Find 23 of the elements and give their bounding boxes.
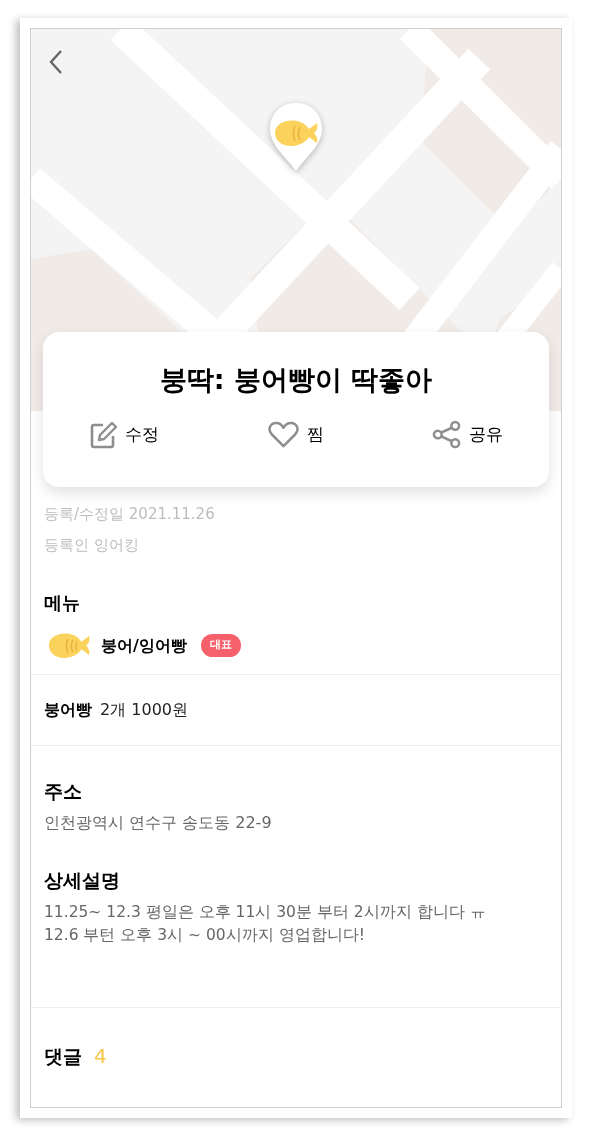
menu-price: 2개 1000원 bbox=[100, 699, 188, 721]
share-icon bbox=[432, 420, 461, 449]
meta-text: 등록/수정일 2021.11.26 bbox=[44, 504, 216, 525]
like-button[interactable]: 찜 bbox=[267, 420, 324, 449]
section-heading: 메뉴 bbox=[44, 591, 81, 615]
heart-icon bbox=[267, 421, 299, 448]
address-text: 인천광역시 연수구 송도동 22-9 bbox=[44, 812, 273, 834]
edit-icon bbox=[89, 420, 117, 449]
description-text: 11.25~ 12.3 평일은 오후 11시 30분 부터 2시까지 합니다 ㅠ 12.6 부턴 오후 3시 ~ 00시까지 영업합니다! bbox=[44, 902, 487, 946]
section-heading: 상세설명 bbox=[44, 868, 121, 893]
share-button[interactable]: 공유 bbox=[432, 420, 503, 449]
edit-button[interactable]: 수정 bbox=[89, 420, 159, 449]
badge: 대표 bbox=[200, 634, 241, 657]
menu-item-name: 붕어/잉어빵 bbox=[101, 634, 187, 657]
fish-bread-icon bbox=[47, 631, 91, 660]
comment-count: 4 bbox=[94, 1043, 107, 1070]
store-title: 붕딱: 붕어빵이 딱좋아 bbox=[159, 363, 433, 397]
back-icon bbox=[49, 49, 63, 75]
map-pin-icon bbox=[268, 101, 324, 173]
menu-price-name: 붕어빵 bbox=[44, 699, 92, 721]
meta-text: 등록인 잉어킹 bbox=[44, 535, 140, 556]
comments-label: 댓글 bbox=[44, 1043, 82, 1069]
section-heading: 주소 bbox=[44, 779, 83, 804]
